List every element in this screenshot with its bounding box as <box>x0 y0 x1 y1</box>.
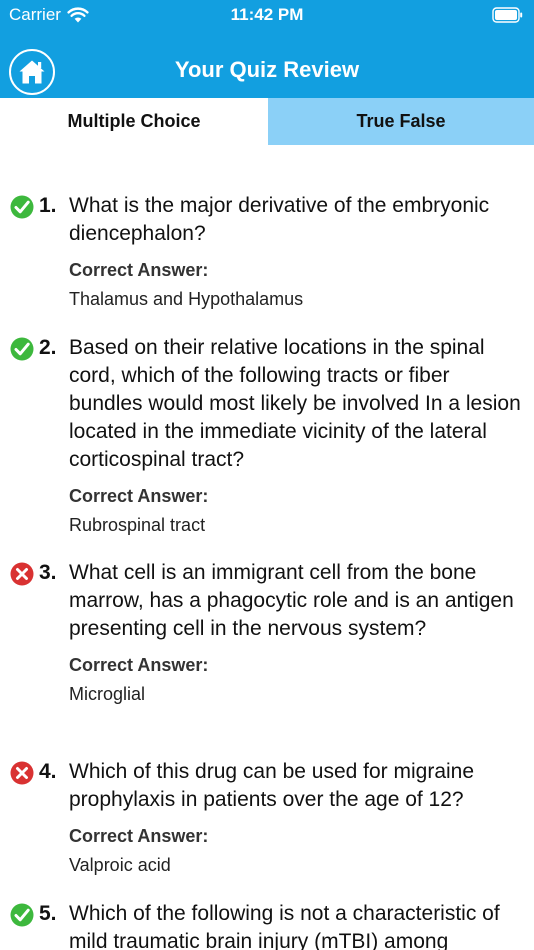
question-text: What cell is an immigrant cell from the … <box>69 561 514 640</box>
checkmark-icon <box>10 903 34 927</box>
checkmark-icon <box>10 337 34 361</box>
question-number: 1. <box>39 194 57 217</box>
question-item: 5. Which of the following is not a chara… <box>10 900 524 950</box>
question-number: 3. <box>39 561 57 584</box>
x-mark-icon <box>10 562 34 586</box>
question-item: 4. Which of this drug can be used for mi… <box>10 758 524 878</box>
checkmark-icon <box>10 195 34 219</box>
app-header: Carrier 11:42 PM Your Quiz Review <box>0 0 534 98</box>
correct-answer-label: Correct Answer: <box>69 826 209 846</box>
correct-answer-text: Rubrospinal tract <box>69 515 206 535</box>
question-number: 5. <box>39 902 57 925</box>
correct-answer-text: Microglial <box>69 684 146 704</box>
correct-answer-label: Correct Answer: <box>69 486 209 506</box>
status-time: 11:42 PM <box>230 5 304 24</box>
question-text: Which of the following is not a characte… <box>69 902 500 950</box>
question-item: 3. What cell is an immigrant cell from t… <box>10 559 524 707</box>
question-item: 1. What is the major derivative of the e… <box>10 192 524 312</box>
correct-answer-text: Thalamus and Hypothalamus <box>69 289 304 309</box>
question-number: 4. <box>39 760 57 783</box>
status-bar: Carrier 11:42 PM <box>0 0 534 30</box>
battery-icon <box>492 7 523 23</box>
question-number: 2. <box>39 336 57 359</box>
correct-answer-label: Correct Answer: <box>69 260 209 280</box>
question-text: Which of this drug can be used for migra… <box>69 760 475 811</box>
tab-multiple-choice[interactable]: Multiple Choice <box>0 98 268 145</box>
correct-answer-text: Valproic acid <box>69 855 171 875</box>
page-title: Your Quiz Review <box>174 57 360 82</box>
x-mark-icon <box>10 761 34 785</box>
correct-answer-label: Correct Answer: <box>69 655 209 675</box>
tab-true-false[interactable]: True False <box>268 98 534 145</box>
question-item: 2. Based on their relative locations in … <box>10 334 524 538</box>
tab-bar: Multiple Choice True False <box>0 98 534 145</box>
question-text: What is the major derivative of the embr… <box>69 194 490 245</box>
question-text: Based on their relative locations in the… <box>69 336 521 471</box>
question-list[interactable]: 1. What is the major derivative of the e… <box>0 145 534 950</box>
nav-bar: Your Quiz Review <box>0 44 534 96</box>
